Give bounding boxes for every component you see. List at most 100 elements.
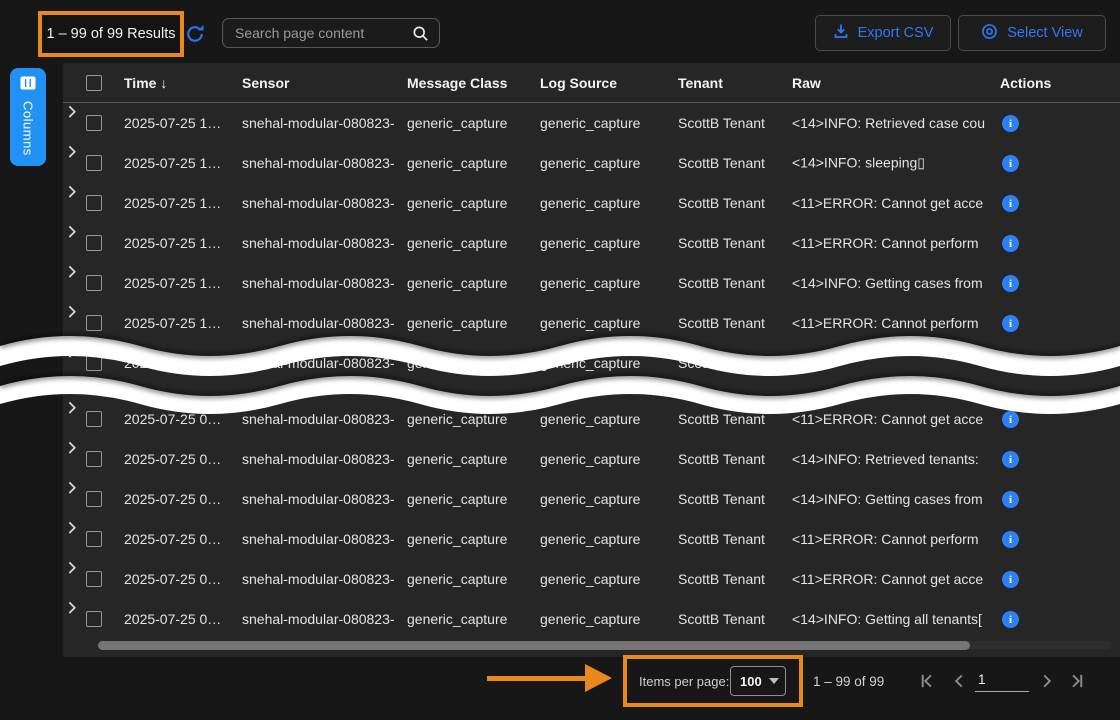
info-icon[interactable]: i: [1002, 315, 1019, 332]
cell-log-source: generic_capture: [540, 355, 672, 371]
cell-log-source: generic_capture: [540, 411, 672, 427]
cell-sensor: snehal-modular-080823-: [242, 611, 402, 627]
header-sensor[interactable]: Sensor: [242, 75, 402, 91]
row-checkbox[interactable]: [86, 155, 102, 171]
row-checkbox[interactable]: [86, 491, 102, 507]
cell-sensor: snehal-modular-080823-: [242, 451, 402, 467]
info-icon[interactable]: i: [1002, 411, 1019, 428]
info-icon[interactable]: i: [1002, 531, 1019, 548]
header-tenant[interactable]: Tenant: [678, 75, 786, 91]
expand-row-chevron-icon[interactable]: [63, 267, 80, 284]
cell-sensor: snehal-modular-080823-: [242, 195, 402, 211]
table-header-row: Time ↓ Sensor Message Class Log Source T…: [63, 63, 1120, 103]
header-time[interactable]: Time: [124, 75, 156, 91]
cell-raw: <14>INFO: Getting cases from: [792, 491, 994, 507]
search-input[interactable]: [223, 19, 439, 47]
cell-message-class: generic_capture: [407, 611, 535, 627]
info-icon[interactable]: i: [1002, 451, 1019, 468]
next-page-button[interactable]: [1038, 672, 1056, 690]
row-checkbox[interactable]: [86, 611, 102, 627]
info-icon[interactable]: i: [1002, 235, 1019, 252]
cell-sensor: snehal-modular-080823-: [242, 275, 402, 291]
table-row: 2025-07-25 0…snehal-modular-080823-gener…: [63, 599, 1120, 639]
chevron-down-icon: [769, 678, 779, 684]
select-view-label: Select View: [1007, 25, 1083, 41]
cell-log-source: generic_capture: [540, 235, 672, 251]
row-checkbox[interactable]: [86, 355, 102, 371]
row-checkbox[interactable]: [86, 115, 102, 131]
previous-page-button[interactable]: [950, 672, 968, 690]
cell-log-source: generic_capture: [540, 491, 672, 507]
header-message-class[interactable]: Message Class: [407, 75, 535, 91]
export-csv-label: Export CSV: [858, 25, 934, 41]
cell-raw: <14>INFO: Retrieved tenants:: [792, 451, 994, 467]
row-checkbox[interactable]: [86, 531, 102, 547]
info-icon[interactable]: i: [1002, 195, 1019, 212]
expand-row-chevron-icon[interactable]: [63, 403, 80, 420]
cell-raw: <14>INFO: Getting all tenants[: [792, 611, 994, 627]
row-checkbox[interactable]: [86, 315, 102, 331]
expand-row-chevron-icon[interactable]: [63, 523, 80, 540]
expand-row-chevron-icon[interactable]: [63, 187, 80, 204]
columns-panel-tab[interactable]: Columns: [10, 68, 46, 166]
cell-raw: <11>ERROR: Cannot get acce: [792, 411, 994, 427]
cell-raw: <11>ERROR: Cannot get acce: [792, 195, 994, 211]
header-raw[interactable]: Raw: [792, 75, 994, 91]
last-page-button[interactable]: [1068, 672, 1086, 690]
expand-row-chevron-icon[interactable]: [63, 563, 80, 580]
cell-time: 2025-07-25 1…: [124, 315, 236, 331]
info-icon[interactable]: i: [1002, 115, 1019, 132]
info-icon[interactable]: i: [1002, 611, 1019, 628]
cell-tenant: ScottB Tenant: [678, 451, 786, 467]
cell-tenant: ScottB Tenant: [678, 571, 786, 587]
expand-row-chevron-icon[interactable]: [63, 347, 80, 364]
info-icon[interactable]: i: [1002, 491, 1019, 508]
cell-sensor: snehal-modular-080823-: [242, 235, 402, 251]
cell-sensor: snehal-modular-080823-: [242, 571, 402, 587]
info-icon[interactable]: i: [1002, 275, 1019, 292]
cell-sensor: snehal-modular-080823-: [242, 491, 402, 507]
cell-log-source: generic_capture: [540, 611, 672, 627]
row-checkbox[interactable]: [86, 275, 102, 291]
expand-row-chevron-icon[interactable]: [63, 107, 80, 124]
expand-row-chevron-icon[interactable]: [63, 483, 80, 500]
cell-time: 2025-07-25 0…: [124, 491, 236, 507]
expand-row-chevron-icon[interactable]: [63, 443, 80, 460]
refresh-icon[interactable]: [186, 25, 204, 43]
select-view-button[interactable]: Select View: [958, 15, 1106, 51]
row-checkbox[interactable]: [86, 571, 102, 587]
expand-row-chevron-icon[interactable]: [63, 227, 80, 244]
row-checkbox[interactable]: [86, 195, 102, 211]
first-page-button[interactable]: [918, 672, 936, 690]
cell-time: 2025-07-25 0…: [124, 411, 236, 427]
info-icon[interactable]: i: [1002, 155, 1019, 172]
row-checkbox[interactable]: [86, 411, 102, 427]
expand-row-chevron-icon[interactable]: [63, 147, 80, 164]
sort-descending-icon[interactable]: ↓: [160, 75, 167, 91]
cell-log-source: generic_capture: [540, 115, 672, 131]
log-table: Time ↓ Sensor Message Class Log Source T…: [63, 63, 1120, 657]
table-row: 2025-07-25 0…snehal-modular-080823-gener…: [63, 399, 1120, 439]
cell-log-source: generic_capture: [540, 315, 672, 331]
columns-tab-label: Columns: [21, 101, 36, 156]
row-checkbox[interactable]: [86, 451, 102, 467]
search-icon: [412, 25, 429, 42]
cell-tenant: ScottB Tenant: [678, 235, 786, 251]
cell-time: 2025-07-25 1…: [124, 235, 236, 251]
items-per-page-select[interactable]: 100: [730, 666, 786, 696]
table-row: 2025-07-25 0…snehal-modular-080823-gener…: [63, 559, 1120, 599]
page-number-input[interactable]: [975, 668, 1029, 692]
info-icon[interactable]: i: [1002, 355, 1019, 372]
view-icon: [981, 23, 998, 44]
cell-message-class: generic_capture: [407, 115, 535, 131]
export-csv-button[interactable]: Export CSV: [815, 15, 951, 51]
expand-row-chevron-icon[interactable]: [63, 603, 80, 620]
info-icon[interactable]: i: [1002, 571, 1019, 588]
select-all-checkbox[interactable]: [86, 75, 102, 91]
horizontal-scrollbar-thumb[interactable]: [98, 641, 970, 650]
row-checkbox[interactable]: [86, 235, 102, 251]
cell-tenant: ScottB Tenant: [678, 491, 786, 507]
expand-row-chevron-icon[interactable]: [63, 307, 80, 324]
cell-message-class: generic_capture: [407, 411, 535, 427]
header-log-source[interactable]: Log Source: [540, 75, 672, 91]
